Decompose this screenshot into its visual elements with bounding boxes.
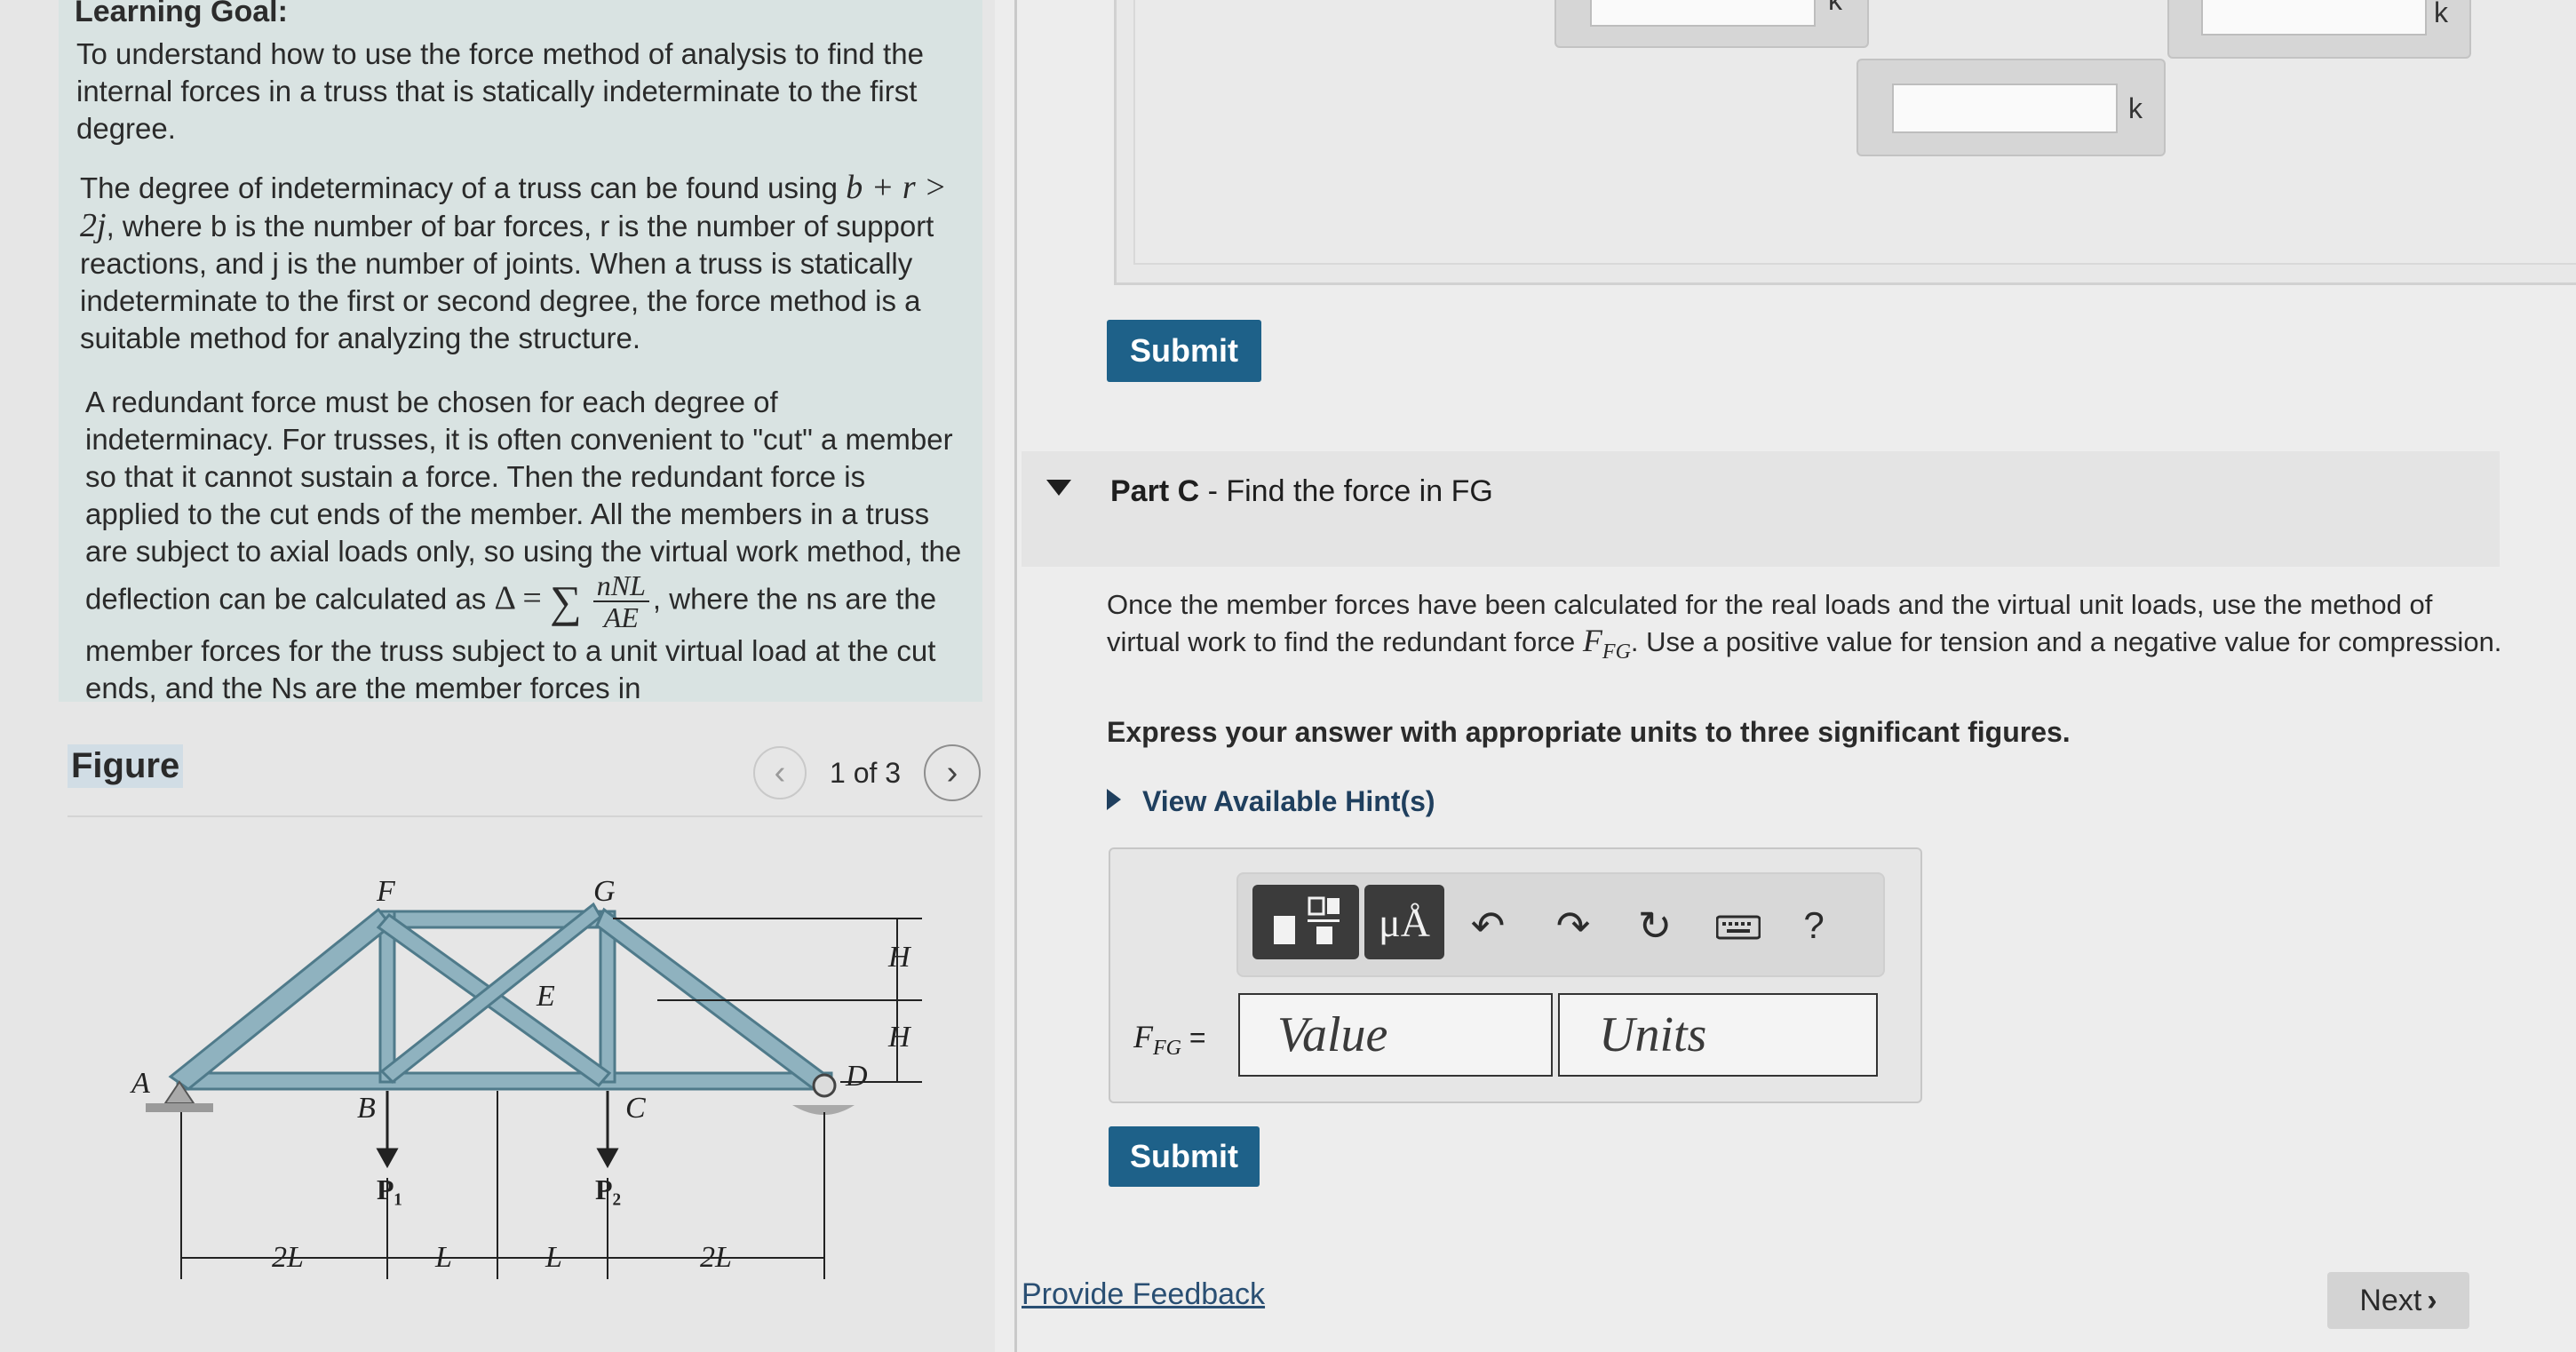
- units-icon: μÅ: [1379, 899, 1430, 945]
- label-G: G: [593, 875, 616, 908]
- dim-label-4: 2L: [700, 1241, 732, 1274]
- redundant-force-paragraph: A redundant force must be chosen for eac…: [85, 386, 962, 704]
- next-button[interactable]: Next ›: [2327, 1272, 2469, 1329]
- figure-label: Figure: [68, 744, 184, 788]
- caret-right-icon[interactable]: [1107, 789, 1121, 810]
- deflection-formula-lhs: Δ =: [494, 579, 542, 617]
- label-P1: P₁: [377, 1173, 402, 1205]
- figure-next-button[interactable]: ›: [924, 744, 981, 801]
- partb-submit-button[interactable]: Submit: [1107, 320, 1261, 382]
- dimension-lines: [180, 918, 922, 1279]
- sum-symbol: ∑: [549, 577, 582, 626]
- dim-label-1: 2L: [272, 1241, 304, 1274]
- undo-button[interactable]: ↶: [1457, 897, 1519, 954]
- label-B: B: [357, 1092, 376, 1125]
- partb-unit-1: k: [1828, 0, 1842, 16]
- partc-title: Part C - Find the force in FG: [1110, 474, 1493, 508]
- partc-question: Once the member forces have been calcula…: [1107, 589, 2502, 664]
- ffg-label: FFG =: [1133, 1019, 1206, 1061]
- indeterminacy-paragraph: The degree of indeterminacy of a truss c…: [80, 169, 947, 354]
- label-C: C: [625, 1092, 646, 1125]
- chevron-left-icon: ‹: [774, 753, 786, 791]
- redo-button[interactable]: ↷: [1542, 897, 1604, 954]
- units-button[interactable]: μÅ: [1364, 885, 1444, 959]
- chevron-right-icon: ›: [2427, 1283, 2437, 1317]
- keyboard-button[interactable]: [1707, 899, 1769, 956]
- label-E: E: [536, 980, 555, 1013]
- truss-members: [168, 902, 833, 1091]
- label-P2: P₂: [595, 1173, 621, 1205]
- chevron-right-icon: ›: [946, 753, 958, 791]
- panel-separator: [1014, 0, 1017, 1352]
- reset-icon: ↻: [1637, 903, 1673, 949]
- dim-label-3: L: [545, 1241, 562, 1274]
- help-icon: ?: [1803, 904, 1825, 946]
- partc-instructions: Express your answer with appropriate uni…: [1107, 716, 2071, 748]
- view-hints-link[interactable]: View Available Hint(s): [1142, 785, 1435, 818]
- help-button[interactable]: ?: [1787, 897, 1841, 954]
- label-H-lower: H: [887, 1021, 912, 1054]
- provide-feedback-link[interactable]: Provide Feedback: [1022, 1277, 1265, 1312]
- learning-goal-intro: To understand how to use the force metho…: [76, 37, 924, 145]
- caret-down-icon[interactable]: [1046, 480, 1071, 496]
- partb-unit-2: k: [2128, 92, 2143, 124]
- dim-label-2: L: [434, 1241, 452, 1274]
- figure-counter: 1 of 3: [830, 757, 902, 789]
- deflection-fraction: nNL AE: [592, 570, 649, 632]
- learning-goal-title: Learning Goal:: [75, 0, 288, 28]
- figure-divider: [68, 815, 982, 817]
- redo-icon: ↷: [1555, 903, 1591, 949]
- keyboard-icon: [1716, 915, 1761, 940]
- partb-answer-field-3[interactable]: [2201, 0, 2427, 36]
- partb-answer-field-2[interactable]: [1892, 84, 2118, 133]
- member-AF: [168, 907, 394, 1091]
- truss-figure: F G E A B C D H H 2L L L 2L P₁ P₂: [130, 875, 922, 1279]
- label-H-upper: H: [887, 941, 912, 974]
- member-AD: [176, 1071, 833, 1091]
- figure-prev-button[interactable]: ‹: [753, 746, 807, 799]
- templates-icon: [1274, 896, 1340, 944]
- label-D: D: [845, 1060, 868, 1093]
- partb-answer-field-1[interactable]: [1590, 0, 1816, 27]
- partc-header[interactable]: [1022, 451, 2500, 567]
- units-input[interactable]: Units: [1558, 993, 1878, 1077]
- partc-submit-button[interactable]: Submit: [1109, 1126, 1260, 1187]
- undo-icon: ↶: [1470, 903, 1506, 949]
- templates-button[interactable]: [1252, 885, 1359, 959]
- label-A: A: [130, 1067, 150, 1100]
- value-input[interactable]: Value: [1238, 993, 1553, 1077]
- reset-button[interactable]: ↻: [1624, 897, 1686, 954]
- partb-unit-3: k: [2434, 0, 2448, 28]
- label-F: F: [376, 875, 396, 908]
